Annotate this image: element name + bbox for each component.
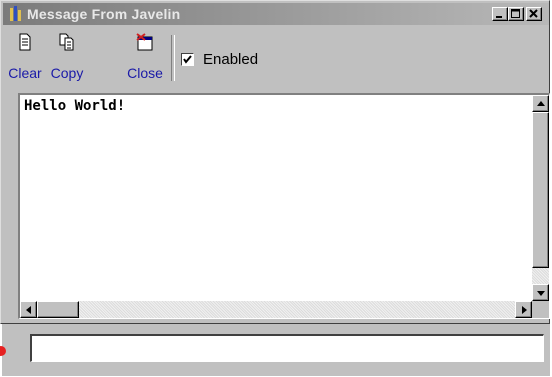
close-icon [529, 9, 538, 18]
scroll-corner [532, 301, 549, 318]
copy-icon [59, 33, 74, 51]
arrow-up-icon [537, 101, 545, 106]
toolbar: Clear Copy Close Enabled [3, 25, 549, 89]
javelin-app-icon [10, 6, 21, 21]
horizontal-scrollbar[interactable] [20, 301, 532, 318]
message-area[interactable]: Hello World! [18, 93, 550, 319]
arrow-left-icon [26, 306, 31, 314]
minimize-button[interactable] [492, 7, 508, 21]
close-window-icon [136, 33, 153, 51]
close-window-button[interactable] [526, 7, 542, 21]
minimize-icon [496, 16, 502, 18]
horizontal-scroll-thumb[interactable] [37, 301, 79, 318]
enabled-label: Enabled [203, 51, 259, 68]
clear-button[interactable]: Clear [5, 29, 45, 85]
close-button[interactable]: Close [125, 29, 165, 85]
scroll-left-button[interactable] [20, 301, 37, 318]
red-indicator-dot [0, 346, 6, 356]
maximize-button[interactable] [508, 7, 524, 21]
window-title: Message From Javelin [27, 6, 181, 22]
input-bar [0, 324, 550, 376]
document-icon [19, 33, 31, 51]
copy-button[interactable]: Copy [47, 29, 87, 85]
close-label: Close [127, 65, 163, 81]
arrow-down-icon [537, 291, 545, 296]
message-window: Message From Javelin Clear Copy Close En… [0, 0, 550, 324]
command-input[interactable] [30, 334, 544, 362]
clear-label: Clear [8, 65, 42, 81]
maximize-icon [511, 9, 520, 18]
title-bar[interactable]: Message From Javelin [3, 3, 549, 25]
arrow-right-icon [522, 306, 527, 314]
message-text: Hello World! [24, 98, 126, 114]
copy-label: Copy [50, 65, 84, 81]
checkmark-icon [183, 55, 192, 64]
scroll-down-button[interactable] [532, 284, 549, 301]
vertical-scroll-thumb[interactable] [532, 112, 549, 268]
vertical-scrollbar[interactable] [532, 95, 549, 301]
toolbar-separator [171, 35, 175, 81]
scroll-up-button[interactable] [532, 95, 549, 112]
enabled-checkbox-box[interactable] [181, 53, 194, 66]
scroll-right-button[interactable] [515, 301, 532, 318]
